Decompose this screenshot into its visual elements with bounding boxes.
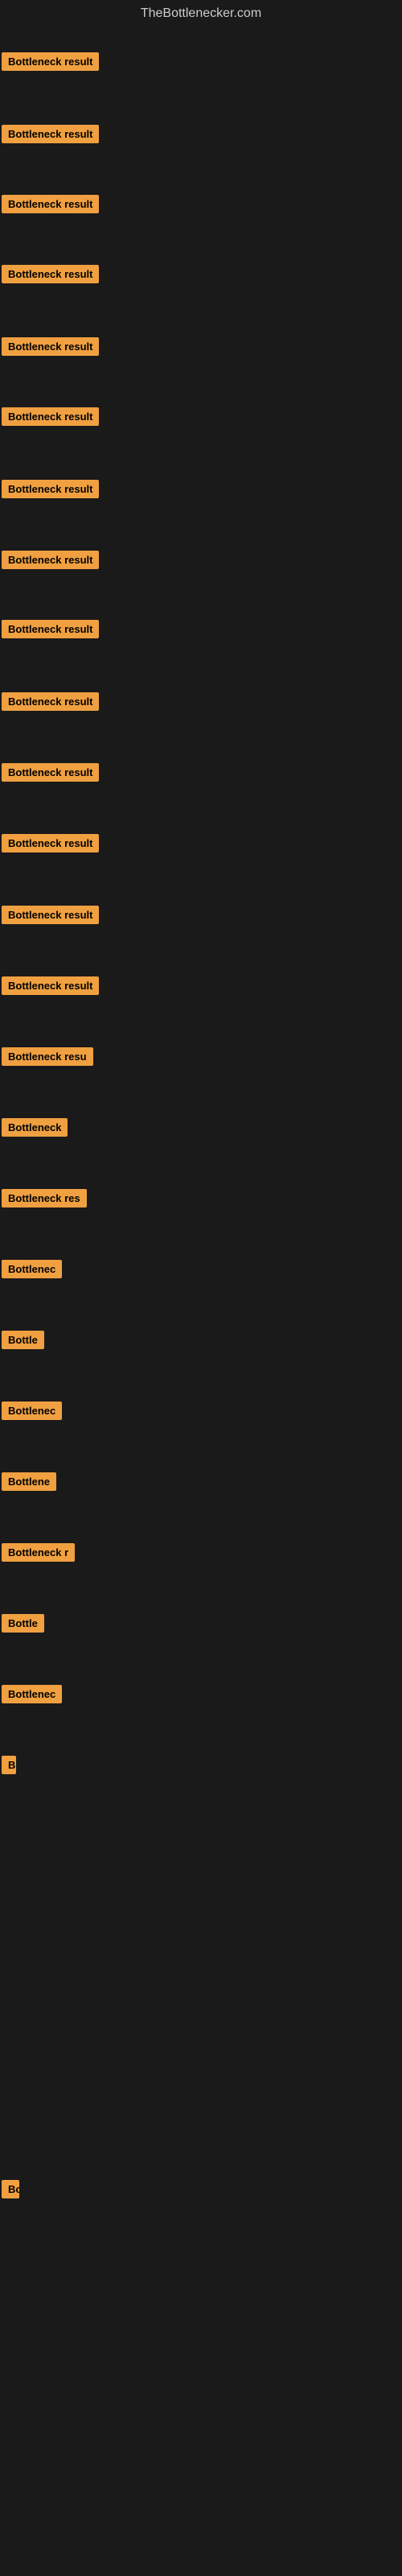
- bottleneck-label: Bottleneck result: [2, 763, 99, 782]
- bottleneck-item: Bottleneck result: [2, 976, 99, 999]
- bottleneck-item: B: [2, 1756, 16, 1778]
- bottleneck-label: Bottleneck result: [2, 337, 99, 356]
- bottleneck-label: Bottleneck res: [2, 1189, 87, 1208]
- bottleneck-label: Bottleneck result: [2, 480, 99, 498]
- bottleneck-item: Bottleneck result: [2, 52, 99, 75]
- site-title: TheBottlenecker.com: [0, 0, 402, 31]
- bottleneck-label: Bottle: [2, 1614, 44, 1633]
- bottleneck-label: Bottleneck result: [2, 551, 99, 569]
- bottleneck-item: Bottleneck resu: [2, 1047, 93, 1070]
- bottleneck-item: Bottleneck result: [2, 337, 99, 360]
- bottleneck-label: B: [2, 1756, 16, 1774]
- bottleneck-label: Bottlene: [2, 1472, 56, 1491]
- bottleneck-label: Bottlenec: [2, 1402, 62, 1420]
- bottleneck-label: Bottleneck: [2, 1118, 68, 1137]
- bottleneck-item: Bottleneck r: [2, 1543, 75, 1566]
- bottleneck-item: Bottleneck result: [2, 265, 99, 287]
- bottleneck-label: Bottleneck result: [2, 692, 99, 711]
- bottleneck-item: Bottleneck result: [2, 620, 99, 642]
- bottleneck-label: Bottleneck result: [2, 407, 99, 426]
- bottleneck-item: Bottleneck res: [2, 1189, 87, 1212]
- bottleneck-item: Bottle: [2, 1331, 44, 1353]
- bottleneck-label: Bottle: [2, 1331, 44, 1349]
- bottleneck-label: Bottleneck result: [2, 195, 99, 213]
- site-header: TheBottlenecker.com: [0, 0, 402, 31]
- bottleneck-item: Bottlenec: [2, 1402, 62, 1424]
- bottleneck-label: Bottleneck result: [2, 906, 99, 924]
- bottleneck-item: Bottleneck result: [2, 763, 99, 786]
- bottleneck-item: Bottleneck result: [2, 125, 99, 147]
- bottleneck-item: Bottleneck result: [2, 407, 99, 430]
- bottleneck-item: Bottleneck result: [2, 551, 99, 573]
- bottleneck-item: Bottle: [2, 1614, 44, 1637]
- bottleneck-label: Bottleneck result: [2, 976, 99, 995]
- bottleneck-item: Bottlenec: [2, 1260, 62, 1282]
- bottleneck-label: Bottlenec: [2, 1260, 62, 1278]
- bottleneck-label: Bottleneck resu: [2, 1047, 93, 1066]
- bottleneck-item: Bottleneck result: [2, 480, 99, 502]
- bottleneck-label: Bottleneck r: [2, 1543, 75, 1562]
- bottleneck-label: Bottleneck result: [2, 834, 99, 852]
- bottleneck-item: Bottleneck result: [2, 195, 99, 217]
- bottleneck-label: Bottleneck result: [2, 620, 99, 638]
- bottleneck-item: Bottlenec: [2, 1685, 62, 1707]
- bottleneck-item: Bo: [2, 2180, 19, 2202]
- bottleneck-label: Bottlenec: [2, 1685, 62, 1703]
- bottleneck-item: Bottleneck result: [2, 834, 99, 857]
- bottleneck-item: Bottlene: [2, 1472, 56, 1495]
- bottleneck-item: Bottleneck result: [2, 906, 99, 928]
- bottleneck-item: Bottleneck result: [2, 692, 99, 715]
- bottleneck-item: Bottleneck: [2, 1118, 68, 1141]
- bottleneck-label: Bottleneck result: [2, 125, 99, 143]
- bottleneck-label: Bottleneck result: [2, 52, 99, 71]
- items-container: Bottleneck result Bottleneck result Bottle…: [0, 31, 402, 2574]
- bottleneck-label: Bottleneck result: [2, 265, 99, 283]
- bottleneck-label: Bo: [2, 2180, 19, 2198]
